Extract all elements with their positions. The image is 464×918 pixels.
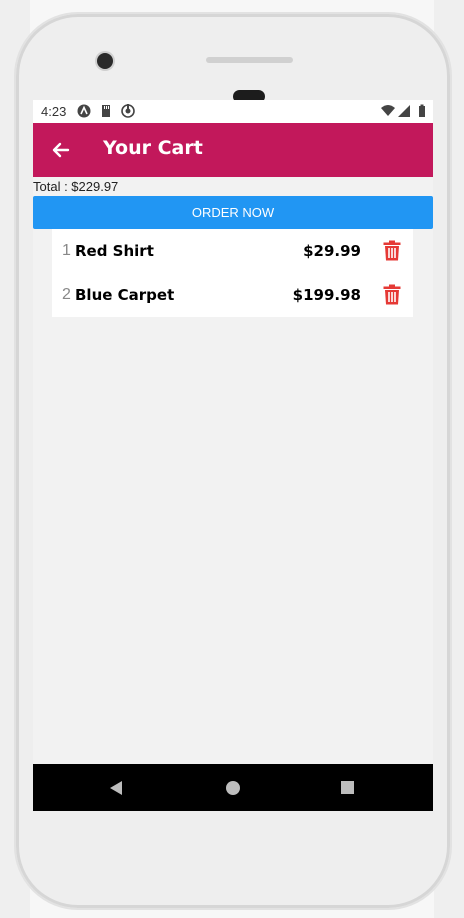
trash-icon[interactable] bbox=[383, 284, 401, 305]
item-price: $29.99 bbox=[303, 242, 361, 260]
order-now-button[interactable]: ORDER NOW bbox=[33, 196, 433, 229]
cart-item-row: 1 Red Shirt $29.99 bbox=[52, 229, 413, 273]
arrow-left-icon[interactable] bbox=[47, 136, 75, 164]
signal-icon bbox=[398, 105, 410, 117]
item-name: Red Shirt bbox=[75, 242, 154, 260]
battery-icon bbox=[419, 104, 425, 117]
item-index: 2 bbox=[62, 286, 71, 303]
app-bar: Your Cart bbox=[33, 123, 433, 177]
system-nav-bar bbox=[33, 764, 433, 811]
earpiece-speaker bbox=[206, 57, 293, 63]
recents-square-icon[interactable] bbox=[341, 781, 354, 794]
wifi-icon bbox=[381, 105, 395, 116]
page-title: Your Cart bbox=[103, 137, 203, 159]
home-circle-icon[interactable] bbox=[226, 781, 240, 795]
phone-screen: 4:23 Your Cart Total: $229.97 ORDER NOW… bbox=[33, 100, 433, 811]
front-camera bbox=[97, 53, 113, 69]
status-time: 4:23 bbox=[41, 104, 67, 119]
item-name: Blue Carpet bbox=[75, 286, 175, 304]
back-triangle-icon[interactable] bbox=[109, 780, 123, 796]
app-a-icon bbox=[77, 104, 91, 118]
cart-list: 1 Red Shirt $29.99 2 Blue Carpet $199.98 bbox=[52, 229, 413, 317]
cart-total: Total : $229.97 bbox=[33, 179, 119, 194]
page: 4:23 Your Cart Total: $229.97 ORDER NOW… bbox=[0, 0, 464, 918]
cart-item-row: 2 Blue Carpet $199.98 bbox=[52, 273, 413, 317]
status-bar: 4:23 bbox=[33, 100, 433, 123]
sd-card-icon bbox=[102, 105, 110, 117]
sync-icon bbox=[121, 104, 135, 118]
item-index: 1 bbox=[62, 242, 71, 259]
trash-icon[interactable] bbox=[383, 240, 401, 261]
item-price: $199.98 bbox=[292, 286, 361, 304]
